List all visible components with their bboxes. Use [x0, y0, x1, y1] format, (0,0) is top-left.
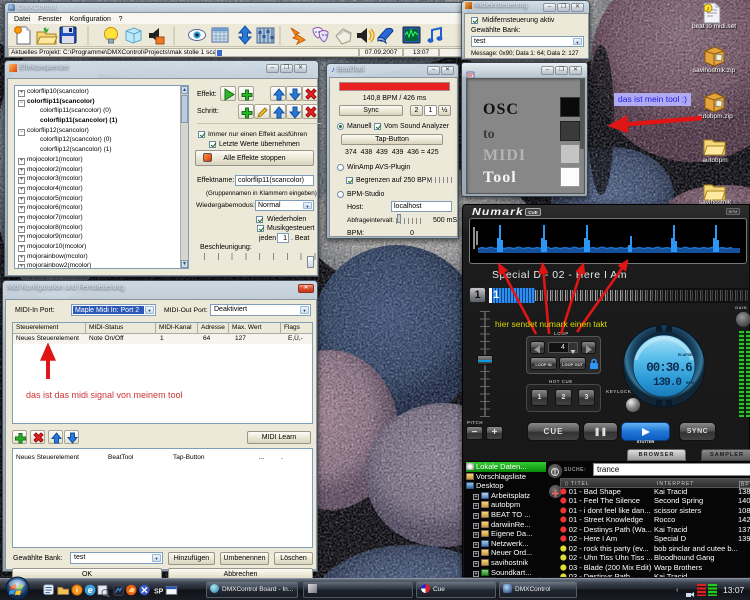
svg-text:♪: ♪	[706, 6, 710, 13]
svg-text:SP: SP	[154, 589, 164, 596]
svg-text:i: i	[76, 588, 78, 595]
svg-text:ELAPSED: ELAPSED	[678, 353, 695, 357]
svg-text:BPM: BPM	[686, 381, 694, 385]
svg-text:00:30.6: 00:30.6	[646, 361, 692, 375]
svg-text:139.0: 139.0	[653, 377, 681, 389]
svg-text:e: e	[88, 585, 93, 595]
